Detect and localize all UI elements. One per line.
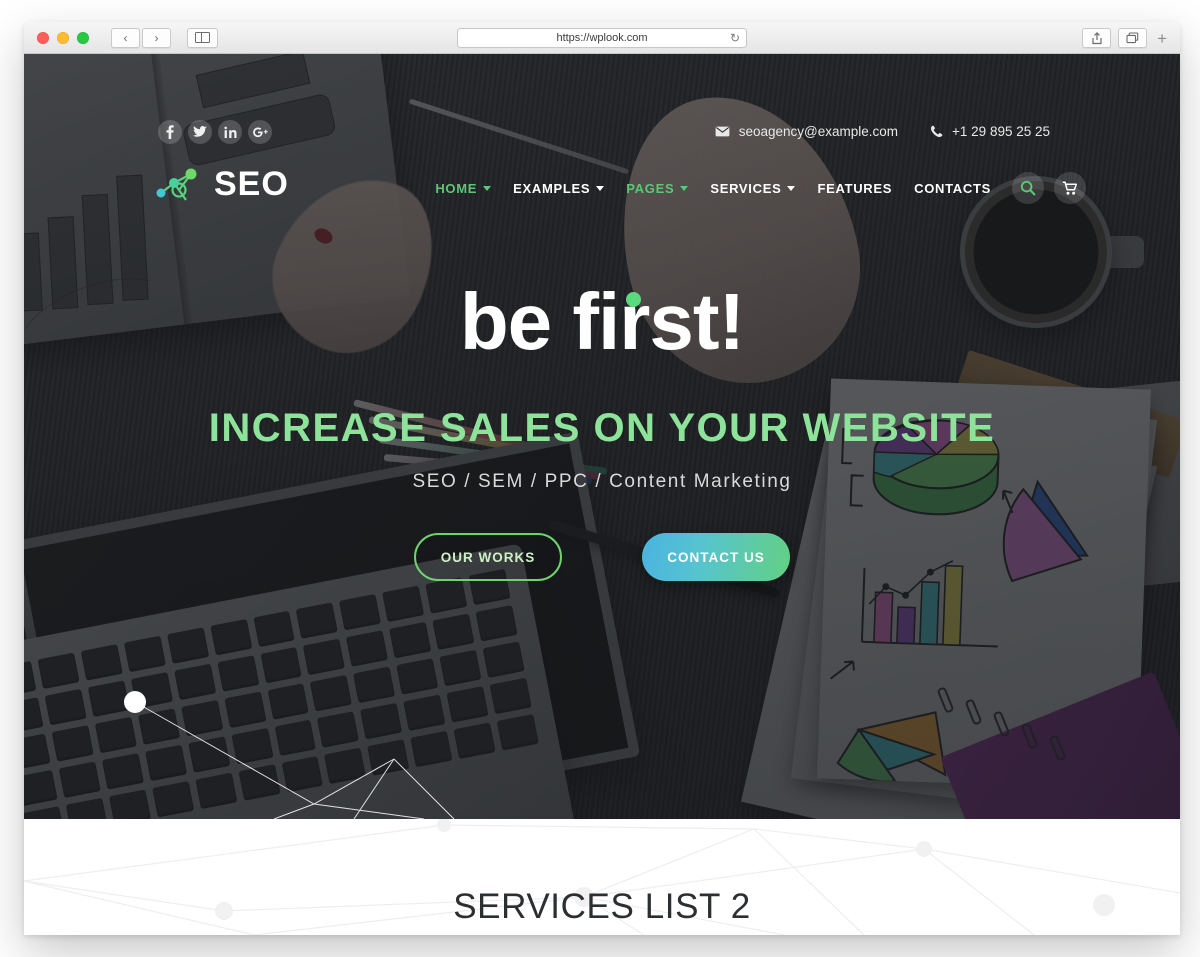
main-navigation: HOME EXAMPLES PAGES SERVICES FEATURES CO… (424, 172, 1086, 204)
nav-item-services[interactable]: SERVICES (699, 181, 806, 196)
hero-tagline: SEO / SEM / PPC / Content Marketing (412, 471, 792, 492)
contact-phone[interactable]: +1 29 895 25 25 (930, 124, 1050, 139)
brand-name: SEO (214, 165, 289, 203)
page-viewport: SEO seoagency@example.com +1 29 895 25 2… (24, 54, 1180, 935)
nav-label: FEATURES (817, 180, 893, 196)
close-window-button[interactable] (37, 31, 49, 44)
nav-item-home[interactable]: HOME (424, 181, 502, 196)
hero-headline: be first! (460, 282, 745, 362)
contact-us-button[interactable]: CONTACT US (642, 533, 790, 581)
browser-titlebar: ‹ › https://wplook.com ↻ + (24, 22, 1180, 54)
nav-label: HOME (435, 180, 478, 196)
search-icon (1020, 180, 1036, 196)
show-tabs-button[interactable] (1118, 28, 1148, 48)
phone-icon (931, 125, 943, 137)
browser-nav-buttons: ‹ › (111, 27, 218, 48)
chevron-down-icon (787, 185, 796, 191)
back-button[interactable]: ‹ (111, 27, 140, 48)
chevron-down-icon (680, 185, 689, 191)
email-text: seoagency@example.com (738, 124, 899, 139)
network-logo-icon (156, 168, 197, 201)
twitter-icon[interactable] (188, 120, 212, 144)
social-links (158, 120, 272, 144)
sidebar-toggle-button[interactable] (187, 27, 218, 48)
nav-item-pages[interactable]: PAGES (615, 181, 699, 196)
address-bar[interactable]: https://wplook.com ↻ (457, 28, 747, 48)
facebook-icon[interactable] (158, 120, 182, 144)
maximize-window-button[interactable] (77, 31, 89, 44)
accent-dot (625, 292, 641, 307)
section-title: SERVICES LIST 2 (453, 887, 751, 926)
contact-email[interactable]: seoagency@example.com (715, 124, 898, 139)
nav-label: EXAMPLES (513, 180, 591, 196)
googleplus-icon[interactable] (248, 120, 272, 144)
nav-label: PAGES (626, 180, 675, 196)
nav-label: SERVICES (710, 180, 782, 196)
new-tab-button[interactable]: + (1154, 30, 1170, 47)
hero-section: SEO seoagency@example.com +1 29 895 25 2… (24, 54, 1180, 819)
browser-toolbar-right: + (1082, 28, 1170, 48)
linkedin-icon[interactable] (218, 120, 242, 144)
nav-item-contacts[interactable]: CONTACTS (903, 181, 1002, 196)
site-logo[interactable]: SEO (152, 162, 289, 206)
hero-content: be first! INCREASE SALES ON YOUR WEBSITE… (24, 282, 1180, 581)
our-works-button[interactable]: OUR WORKS (414, 533, 562, 581)
hero-ui-layer: SEO seoagency@example.com +1 29 895 25 2… (24, 54, 1180, 819)
services-section: SERVICES LIST 2 (24, 819, 1180, 935)
cart-icon (1062, 180, 1078, 195)
search-button[interactable] (1012, 172, 1044, 204)
chevron-down-icon (483, 185, 492, 191)
window-controls (24, 31, 89, 44)
hero-subheadline: INCREASE SALES ON YOUR WEBSITE (208, 406, 996, 450)
headline-text: be first! (459, 277, 745, 366)
phone-text: +1 29 895 25 25 (952, 124, 1050, 139)
chevron-down-icon (596, 185, 605, 191)
reload-icon[interactable]: ↻ (730, 32, 740, 44)
minimize-window-button[interactable] (57, 31, 69, 44)
cart-button[interactable] (1054, 172, 1086, 204)
hero-cta-row: OUR WORKS CONTACT US (24, 533, 1180, 581)
header-contact-info: seoagency@example.com +1 29 895 25 25 (715, 124, 1050, 139)
envelope-icon (715, 126, 730, 137)
sidebar-icon (195, 31, 210, 44)
nav-item-examples[interactable]: EXAMPLES (502, 181, 615, 196)
browser-window: ‹ › https://wplook.com ↻ + SEO seoagency… (24, 22, 1180, 935)
url-text: https://wplook.com (556, 32, 648, 44)
nav-label: CONTACTS (914, 180, 991, 196)
nav-item-features[interactable]: FEATURES (806, 181, 903, 196)
forward-button[interactable]: › (142, 27, 171, 48)
share-button[interactable] (1082, 28, 1112, 48)
